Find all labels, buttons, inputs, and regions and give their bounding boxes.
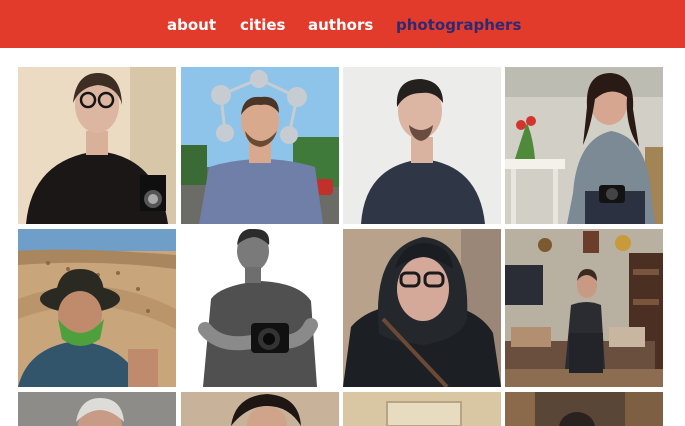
photographers-grid <box>0 0 685 426</box>
photo-man-desert-dunes[interactable] <box>18 229 176 387</box>
photo-man-hood-glasses[interactable] <box>343 229 501 387</box>
photo-bottom-3[interactable] <box>343 392 501 426</box>
photo-man-dark-shirt[interactable] <box>343 67 501 224</box>
photo-man-bw-camera[interactable] <box>181 229 339 387</box>
photo-bottom-4[interactable] <box>505 392 663 426</box>
photo-woman-glasses-camera[interactable] <box>18 67 176 224</box>
photo-bottom-1[interactable] <box>18 392 176 426</box>
photo-man-living-room[interactable] <box>505 229 663 387</box>
photo-bottom-2[interactable] <box>181 392 339 426</box>
photo-man-atomium[interactable] <box>181 67 339 224</box>
photo-woman-kitchen-camera[interactable] <box>505 67 663 224</box>
